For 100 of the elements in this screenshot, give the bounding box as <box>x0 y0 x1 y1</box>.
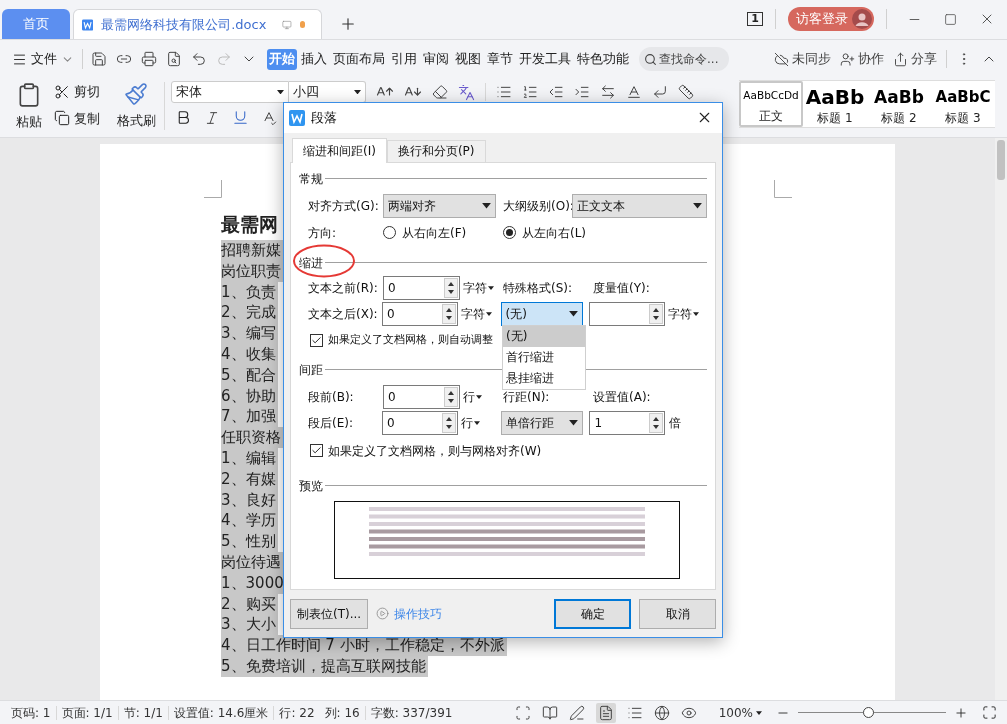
number-field[interactable]: 1 <box>589 410 665 435</box>
checkbox[interactable] <box>310 334 323 348</box>
zoom-slider[interactable] <box>798 706 946 719</box>
field-label: 文本之后(X): <box>308 305 379 323</box>
numbered-list-icon[interactable] <box>522 84 538 100</box>
toolbar-action[interactable]: 未同步 <box>774 49 831 69</box>
ribbon-tab[interactable]: 审阅 <box>421 48 451 70</box>
status-item: 设置值: 14.6厘米 <box>172 704 270 722</box>
style-preset[interactable]: AaBbC 标题 3 <box>931 81 995 127</box>
save-icon[interactable] <box>91 51 107 67</box>
checkbox[interactable] <box>310 444 323 458</box>
bullet-list-icon[interactable] <box>496 84 512 100</box>
spacing-icon[interactable] <box>600 84 616 100</box>
ribbon-tab[interactable]: 页面布局 <box>331 48 387 70</box>
spinner-icon[interactable] <box>648 303 663 324</box>
avatar-icon <box>852 9 872 29</box>
ruler-icon[interactable] <box>678 84 694 100</box>
ok-button[interactable]: 确定 <box>554 598 631 629</box>
caret-icon <box>488 285 494 290</box>
field-label: 设置值(A): <box>593 388 651 406</box>
radio-button[interactable] <box>383 226 396 240</box>
undo-icon[interactable] <box>191 51 207 67</box>
book-icon[interactable] <box>541 704 558 721</box>
line-break-icon[interactable] <box>652 84 668 100</box>
dropdown-option[interactable]: 首行缩进 <box>503 346 585 368</box>
eraser-icon[interactable] <box>432 84 448 100</box>
spinner-icon[interactable] <box>648 412 663 433</box>
style-preset[interactable]: AaBb 标题 2 <box>867 81 931 127</box>
login-button[interactable]: 访客登录 <box>788 7 874 31</box>
zoom-in-icon[interactable] <box>954 705 968 720</box>
text-direction-icon[interactable] <box>626 84 642 100</box>
new-tab-icon[interactable] <box>339 15 357 33</box>
status-item: 行: 22 <box>278 704 316 722</box>
italic-icon[interactable] <box>204 109 220 126</box>
spell-check-icon[interactable] <box>261 109 277 126</box>
unit-dropdown[interactable]: 行 <box>458 413 501 432</box>
unit-dropdown[interactable]: 行 <box>460 387 503 406</box>
unit-dropdown[interactable]: 字符 <box>460 278 503 297</box>
globe-icon[interactable] <box>653 704 670 721</box>
scissors-icon <box>54 83 70 100</box>
unit-dropdown[interactable]: 字符 <box>458 304 501 323</box>
number-field[interactable]: 0 <box>383 384 460 409</box>
scrollbar[interactable] <box>995 138 1007 700</box>
cut-button[interactable]: 剪切 <box>54 82 114 102</box>
dropdown-option[interactable]: (无) <box>503 325 585 347</box>
dialog-tab[interactable]: 换行和分页(P) <box>386 139 486 162</box>
number-field[interactable]: 0 <box>382 410 459 435</box>
dropdown-field[interactable]: 单倍行距 <box>500 410 583 435</box>
slider-thumb[interactable] <box>862 707 874 718</box>
ribbon-tab[interactable]: 插入 <box>299 48 329 70</box>
style-preset[interactable]: AaBbCcDd 正文 <box>739 81 803 127</box>
format-painter-button[interactable]: 格式刷 <box>116 111 156 131</box>
page-view-icon[interactable] <box>597 704 614 721</box>
paste-button[interactable]: 粘贴 <box>16 112 42 132</box>
dropdown-option[interactable]: 悬挂缩进 <box>503 367 585 389</box>
outdent-icon[interactable] <box>548 84 564 100</box>
print-icon[interactable] <box>141 51 157 67</box>
ribbon-tab[interactable]: 视图 <box>453 48 483 70</box>
ribbon-tab[interactable]: 章节 <box>485 48 515 70</box>
field-label: 文本之前(R): <box>308 279 379 297</box>
ribbon-tab[interactable]: 引用 <box>389 48 419 70</box>
font-size-field[interactable]: 小四 <box>289 81 366 103</box>
toolbar-action[interactable]: 分享 <box>893 49 937 69</box>
radio-button[interactable] <box>503 226 516 240</box>
format-painter-icon[interactable] <box>124 82 148 106</box>
style-preset[interactable]: AaBb 标题 1 <box>803 81 867 127</box>
spinner-icon[interactable] <box>444 386 458 407</box>
file-menu[interactable]: 文件 <box>12 49 74 69</box>
phonetic-icon[interactable] <box>458 83 475 101</box>
maximize-icon[interactable] <box>944 12 957 26</box>
toolbar-action[interactable]: 协作 <box>840 49 884 69</box>
play-icon <box>376 607 390 621</box>
cancel-button[interactable]: 取消 <box>639 598 716 629</box>
indent-icon[interactable] <box>574 84 590 100</box>
number-field[interactable]: 0 <box>382 301 459 326</box>
ribbon-tab[interactable]: 特色功能 <box>575 48 631 70</box>
spinner-icon[interactable] <box>442 412 457 433</box>
number-field[interactable]: 0 <box>383 275 460 300</box>
spinner-icon[interactable] <box>442 303 457 324</box>
command-search[interactable]: 查找命令... <box>639 47 729 71</box>
tab-stops-button[interactable]: 制表位(T)... <box>290 598 369 629</box>
pen-icon[interactable] <box>568 704 585 721</box>
caret-icon <box>474 420 481 425</box>
fit-window-icon[interactable] <box>982 705 997 720</box>
spinner-icon[interactable] <box>444 277 458 298</box>
document-tab[interactable]: 最需网络科技有限公司.docx <box>73 9 322 39</box>
print-preview-icon[interactable] <box>166 51 182 67</box>
dialog-tab[interactable]: 缩进和间距(I) <box>292 137 387 163</box>
dropdown-field[interactable]: 两端对齐 <box>383 193 496 218</box>
unit-dropdown[interactable]: 字符 <box>664 304 707 323</box>
font-family-field[interactable]: 宋体 <box>171 81 289 103</box>
app-icon <box>289 109 305 126</box>
dropdown-field[interactable]: 正文文本 <box>572 193 707 218</box>
dropdown-field[interactable]: (无) <box>500 301 583 326</box>
zoom-dropdown[interactable]: 100% <box>718 703 762 722</box>
underline-icon[interactable] <box>232 109 249 126</box>
ribbon-tab[interactable]: 开发工具 <box>517 48 573 70</box>
window-count[interactable]: 1 <box>747 12 763 26</box>
copy-button[interactable]: 复制 <box>54 108 114 128</box>
number-field[interactable] <box>589 301 665 326</box>
